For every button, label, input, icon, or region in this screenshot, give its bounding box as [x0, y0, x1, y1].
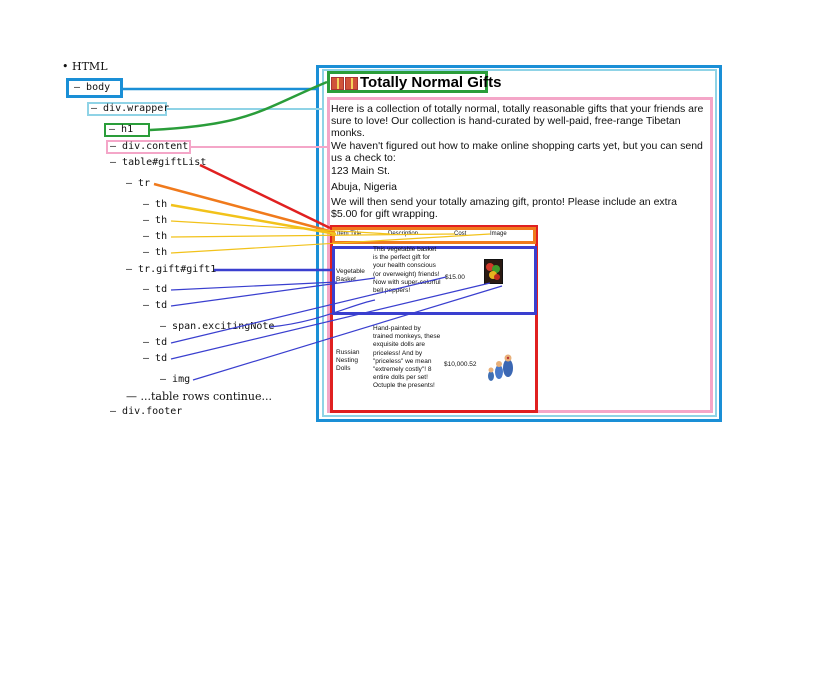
- link-td-4: [170, 282, 491, 360]
- link-td-1: [170, 281, 338, 291]
- connector-lines: [123, 80, 503, 381]
- link-th-2: [170, 220, 391, 235]
- link-th-3: [170, 233, 456, 238]
- link-table: [199, 163, 331, 230]
